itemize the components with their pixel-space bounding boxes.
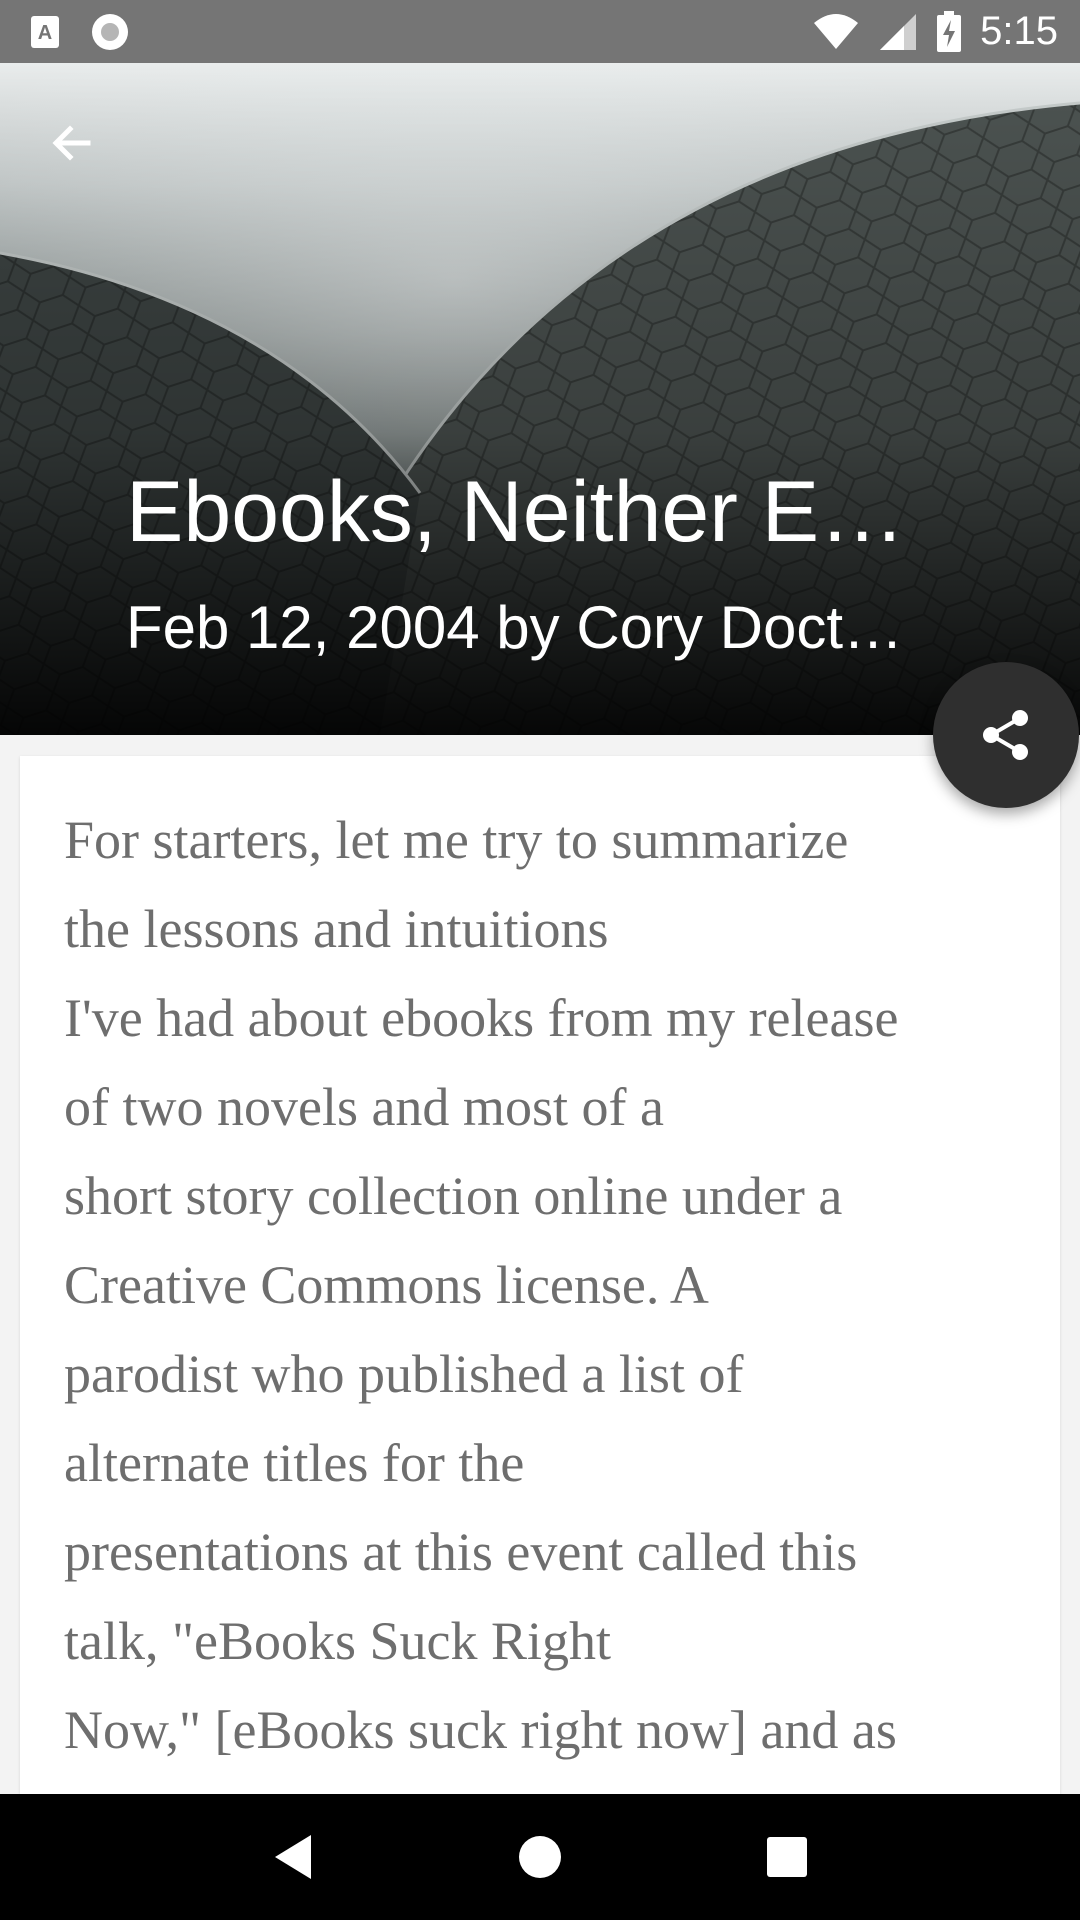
share-icon	[983, 710, 1028, 760]
article-line: For starters, let me try to summarize	[64, 810, 849, 870]
header-image: Ebooks, Neither E,… Feb 12, 2004 by Cory…	[0, 63, 1080, 735]
share-button[interactable]	[933, 662, 1079, 808]
status-time: 5:15	[980, 9, 1058, 53]
nav-back-button[interactable]	[253, 1817, 333, 1897]
arrow-back-icon	[52, 125, 91, 161]
article-line: Now," [eBooks suck right now] and as	[64, 1700, 897, 1760]
article-line: alternate titles for the	[64, 1433, 525, 1493]
article-line: of two novels and most of a	[64, 1077, 664, 1137]
circle-home-icon	[518, 1836, 561, 1878]
navigation-bar	[0, 1794, 1080, 1920]
square-recents-icon	[766, 1837, 807, 1877]
wifi-icon	[812, 13, 860, 51]
article-line: parodist who published a list of	[64, 1344, 744, 1404]
article-line: Creative Commons license. A	[64, 1255, 709, 1315]
article-line: talk, "eBooks Suck Right	[64, 1611, 612, 1671]
article-line: presentations at this event called this	[64, 1522, 858, 1582]
article-title: Ebooks, Neither E,…	[126, 464, 906, 560]
article-line: far as today is I don't	[64, 1775, 1010, 1794]
back-button[interactable]	[36, 107, 108, 179]
article-body[interactable]: For starters, let me try to summarize th…	[20, 756, 1060, 1794]
article-line: short story collection online under a	[64, 1166, 843, 1226]
circle-icon	[90, 12, 130, 52]
article-line: the lessons and intuitions	[64, 899, 609, 959]
status-right-icons: 5:15	[812, 9, 1058, 54]
signal-icon	[878, 12, 918, 52]
nav-recents-button[interactable]	[747, 1817, 827, 1897]
article-card: For starters, let me try to summarize th…	[20, 756, 1060, 1794]
article-date-author: Feb 12, 2004 by Cory Doct…	[126, 594, 904, 661]
svg-text:A: A	[38, 22, 52, 44]
triangle-back-icon	[275, 1835, 312, 1879]
battery-charging-icon	[936, 10, 962, 53]
a-icon: A	[30, 15, 60, 49]
status-bar: A 5:15	[0, 0, 1080, 63]
status-left-icons: A	[30, 12, 130, 52]
article-line: I've had about ebooks from my release	[64, 988, 899, 1048]
nav-home-button[interactable]	[500, 1817, 580, 1897]
